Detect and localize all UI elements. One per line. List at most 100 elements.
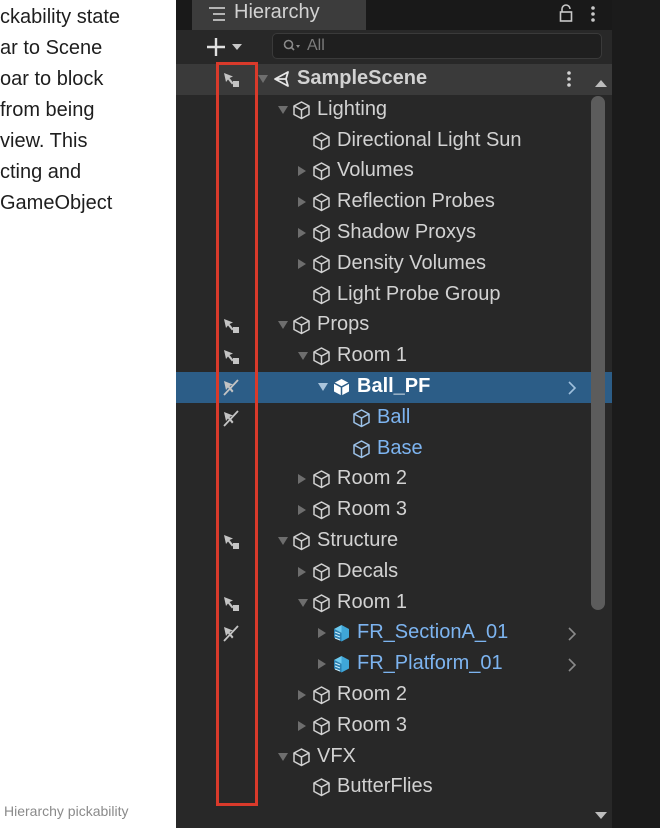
row-label: Light Probe Group	[337, 282, 501, 305]
pickable-hand-icon[interactable]	[222, 347, 240, 365]
hierarchy-row[interactable]: Ball	[176, 403, 612, 434]
hierarchy-row[interactable]: FR_Platform_01	[176, 649, 612, 680]
gameobject-cube-icon	[313, 717, 330, 736]
row-label: ButterFlies	[337, 775, 433, 798]
search-field[interactable]	[272, 33, 602, 59]
unity-scene-icon	[274, 71, 289, 87]
hierarchy-row[interactable]: Reflection Probes	[176, 187, 612, 218]
row-label: Room 2	[337, 467, 408, 490]
gameobject-cube-icon	[313, 347, 330, 366]
tab-hierarchy[interactable]: Hierarchy	[192, 0, 366, 30]
hierarchy-row[interactable]: Room 2	[176, 680, 612, 711]
expand-arrow-icon[interactable]	[258, 75, 268, 83]
expand-arrow-icon[interactable]	[278, 105, 288, 114]
pickable-hand-icon[interactable]	[222, 594, 240, 612]
gameobject-cube-icon	[313, 593, 330, 612]
hierarchy-row[interactable]: Room 2	[176, 464, 612, 495]
expand-arrow-icon[interactable]	[298, 598, 308, 607]
hierarchy-row[interactable]: ButterFlies	[176, 772, 612, 803]
prefab-cube-icon	[333, 379, 350, 396]
kebab-menu-icon[interactable]	[590, 5, 596, 23]
hierarchy-row[interactable]: Density Volumes	[176, 249, 612, 280]
pickable-hand-icon[interactable]	[222, 70, 240, 88]
hierarchy-row[interactable]: Props	[176, 310, 612, 341]
row-label: Density Volumes	[337, 251, 486, 274]
collapse-arrow-icon[interactable]	[318, 628, 326, 639]
expand-arrow-icon[interactable]	[298, 352, 308, 361]
unpickable-hand-icon[interactable]	[222, 624, 240, 643]
gameobject-cube-icon	[313, 501, 330, 520]
row-label: VFX	[317, 744, 356, 767]
collapse-arrow-icon[interactable]	[298, 228, 306, 238]
hierarchy-row[interactable]: Shadow Proxys	[176, 218, 612, 249]
search-input[interactable]	[307, 35, 587, 57]
doc-text-line: GameObject	[0, 192, 113, 214]
hierarchy-row[interactable]: Structure	[176, 526, 612, 557]
row-label: Structure	[317, 529, 399, 551]
scene-view-edge	[612, 0, 660, 828]
hierarchy-row[interactable]: Room 3	[176, 711, 612, 742]
scene-menu-icon[interactable]	[566, 70, 572, 88]
hierarchy-row[interactable]: Room 3	[176, 495, 612, 526]
expand-arrow-icon[interactable]	[278, 321, 288, 330]
hierarchy-row[interactable]: Room 1	[176, 588, 612, 619]
scroll-up-arrow-icon[interactable]	[595, 80, 607, 87]
collapse-arrow-icon[interactable]	[298, 166, 306, 177]
doc-text-line: ar to Scene	[0, 37, 103, 59]
hierarchy-row[interactable]: Room 1	[176, 341, 612, 372]
doc-text-line: oar to block	[0, 68, 104, 90]
hierarchy-panel: Hierarchy SampleScen	[176, 0, 612, 828]
hierarchy-row[interactable]: Base	[176, 434, 612, 465]
gameobject-cube-icon	[313, 162, 330, 181]
gameobject-cube-icon	[313, 470, 330, 489]
prefab-open-chevron-icon[interactable]	[567, 657, 577, 673]
row-label: Room 1	[337, 344, 408, 367]
collapse-arrow-icon[interactable]	[298, 566, 306, 577]
hierarchy-row[interactable]: Lighting	[176, 95, 612, 126]
expand-arrow-icon[interactable]	[278, 752, 288, 761]
row-label: Ball	[377, 405, 411, 428]
hierarchy-row[interactable]: Decals	[176, 557, 612, 588]
prefab-open-chevron-icon[interactable]	[567, 626, 577, 642]
row-label: Shadow Proxys	[337, 221, 476, 243]
scene-row[interactable]: SampleScene	[176, 64, 612, 95]
unpickable-hand-icon[interactable]	[222, 409, 240, 427]
row-label: FR_SectionA_01	[357, 621, 509, 644]
hierarchy-row[interactable]: Ball_PF	[176, 372, 612, 403]
doc-text-line: from being	[0, 99, 95, 121]
prefab-model-icon	[334, 625, 349, 642]
scrollbar-thumb[interactable]	[591, 96, 605, 610]
collapse-arrow-icon[interactable]	[318, 659, 326, 670]
tab-label: Hierarchy	[234, 1, 320, 23]
collapse-arrow-icon[interactable]	[298, 197, 306, 208]
row-label: Props	[317, 313, 370, 336]
expand-arrow-icon[interactable]	[278, 537, 288, 545]
hierarchy-row[interactable]: Light Probe Group	[176, 280, 612, 311]
hierarchy-row[interactable]: Directional Light Sun	[176, 126, 612, 157]
collapse-arrow-icon[interactable]	[298, 258, 306, 269]
pickable-hand-icon[interactable]	[222, 532, 240, 550]
scroll-down-arrow-icon[interactable]	[595, 812, 607, 819]
collapse-arrow-icon[interactable]	[298, 720, 306, 731]
add-dropdown-button[interactable]	[204, 34, 248, 60]
gameobject-cube-icon	[313, 285, 330, 304]
hierarchy-row[interactable]: VFX	[176, 742, 612, 773]
prefab-open-chevron-icon[interactable]	[567, 380, 577, 396]
figure-caption: Hierarchy pickability	[4, 803, 129, 819]
lock-icon[interactable]	[559, 4, 573, 22]
gameobject-cube-icon	[313, 224, 330, 243]
hierarchy-row[interactable]: FR_SectionA_01	[176, 618, 612, 649]
collapse-arrow-icon[interactable]	[298, 474, 306, 485]
gameobject-cube-icon	[313, 686, 330, 705]
pickable-hand-icon[interactable]	[222, 316, 240, 334]
collapse-arrow-icon[interactable]	[298, 505, 306, 516]
collapse-arrow-icon[interactable]	[298, 690, 306, 700]
gameobject-cube-icon	[313, 131, 330, 150]
row-label: Room 3	[337, 713, 408, 736]
row-label: Directional Light Sun	[337, 128, 522, 151]
gameobject-cube-icon	[293, 532, 310, 551]
expand-arrow-icon[interactable]	[318, 383, 328, 391]
hierarchy-row[interactable]: Volumes	[176, 156, 612, 187]
unpickable-hand-icon[interactable]	[222, 378, 240, 396]
search-icon	[283, 39, 300, 51]
